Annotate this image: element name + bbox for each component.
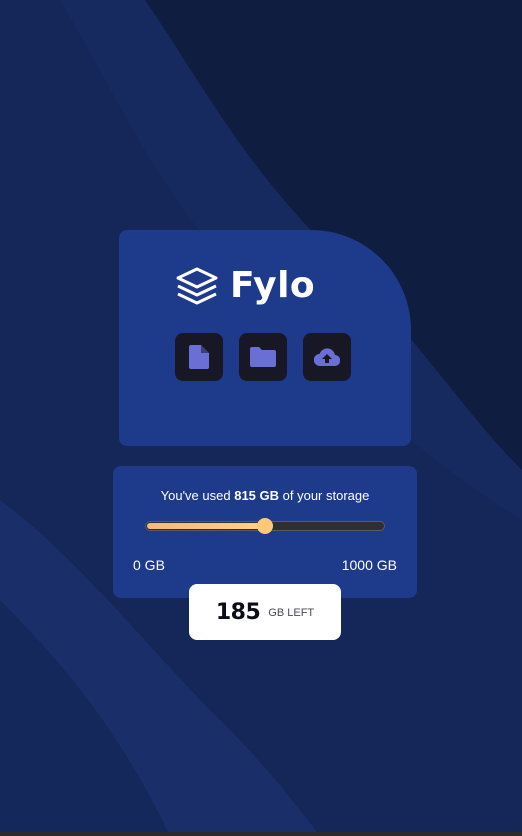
logo-card: Fylo: [119, 230, 411, 446]
remaining-badge: 185 GB LEFT: [189, 584, 341, 640]
stacked-layers-icon: [176, 267, 218, 305]
usage-suffix: of your storage: [279, 488, 370, 503]
document-button[interactable]: [175, 333, 223, 381]
brand-name: Fylo: [230, 265, 316, 306]
storage-usage-text: You've used 815 GB of your storage: [113, 488, 417, 503]
storage-card: You've used 815 GB of your storage 0 GB …: [113, 466, 417, 598]
storage-slider[interactable]: [145, 518, 385, 534]
storage-slider-thumb[interactable]: [257, 518, 273, 534]
upload-button[interactable]: [303, 333, 351, 381]
storage-slider-fill: [147, 523, 265, 529]
bottom-strip: [0, 832, 522, 836]
cloud-upload-icon: [314, 348, 340, 366]
range-max-label: 1000 GB: [341, 557, 397, 573]
toolbar: [175, 333, 351, 381]
usage-prefix: You've used: [160, 488, 235, 503]
remaining-value: 185: [215, 599, 261, 625]
range-min-label: 0 GB: [133, 557, 165, 573]
folder-icon: [250, 347, 276, 367]
used-amount: 815 GB: [234, 488, 280, 503]
folder-button[interactable]: [239, 333, 287, 381]
remaining-unit: GB LEFT: [268, 607, 315, 619]
document-icon: [189, 345, 209, 369]
brand: Fylo: [174, 266, 315, 306]
